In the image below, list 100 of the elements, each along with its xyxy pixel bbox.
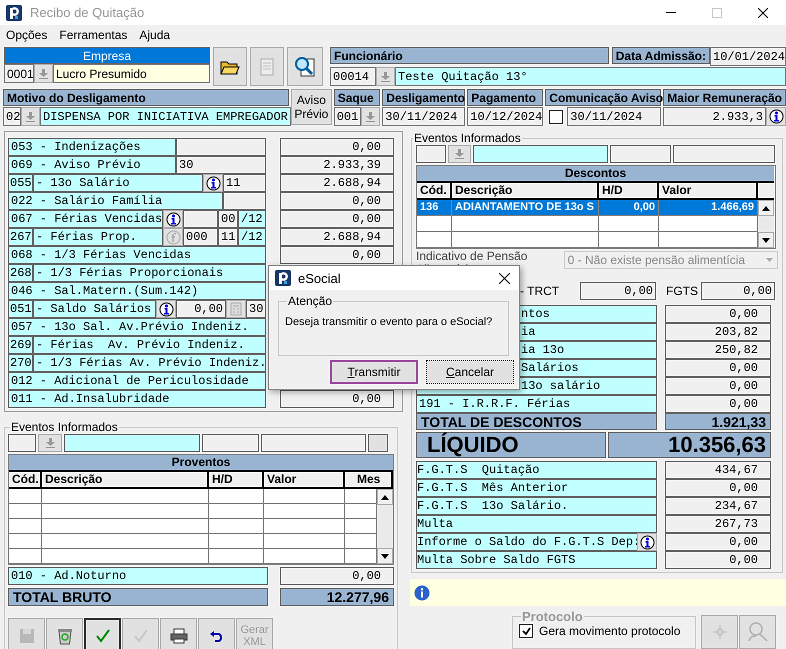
table-cell[interactable] [264, 519, 345, 534]
month-field[interactable] [368, 434, 388, 452]
table-cell[interactable] [345, 549, 377, 564]
admission-date-field[interactable]: 10/01/2024 [710, 47, 786, 66]
column-header[interactable]: Cód. [417, 183, 452, 200]
reason-field[interactable]: DISPENSA POR INICIATIVA EMPREGADOR [40, 107, 291, 126]
lookup-button[interactable] [448, 145, 471, 163]
employee-lookup-button[interactable] [376, 67, 395, 86]
employee-code-field[interactable]: 00014 [330, 67, 376, 86]
table-cell[interactable]: ADIANTAMENTO DE 13o S [452, 200, 599, 216]
scrollbar[interactable] [377, 489, 393, 564]
withdrawal-lookup-button[interactable] [361, 107, 380, 126]
menu-item[interactable]: Ferramentas [53, 28, 134, 42]
toolbar-button[interactable] [84, 618, 121, 649]
quantity-field[interactable] [610, 145, 671, 163]
info-button[interactable] [637, 533, 657, 551]
toolbar-button[interactable] [198, 618, 235, 649]
table-cell[interactable] [264, 489, 345, 504]
table-cell[interactable]: 0,00 [599, 200, 659, 216]
notice-date-field[interactable]: 30/11/2024 [567, 107, 662, 126]
search-document-button[interactable] [287, 47, 323, 86]
highest-pay-field[interactable]: 2.933,3 [663, 107, 766, 126]
table-cell[interactable] [417, 232, 452, 248]
number-field[interactable] [223, 192, 266, 210]
table-cell[interactable] [264, 534, 345, 549]
protocol-checkbox[interactable] [519, 624, 533, 638]
table-cell[interactable] [209, 519, 264, 534]
column-header[interactable]: Valor [264, 472, 345, 489]
table-cell[interactable] [209, 489, 264, 504]
payment-date-field[interactable]: 10/12/2024 [467, 107, 544, 126]
info-button[interactable] [766, 107, 786, 126]
event-field[interactable] [473, 145, 608, 163]
table-cell[interactable] [9, 489, 42, 504]
info-button[interactable] [163, 210, 183, 228]
table-cell[interactable]: 136 [417, 200, 452, 216]
column-header[interactable]: Mes [345, 472, 393, 489]
table-cell[interactable] [209, 534, 264, 549]
scrollbar[interactable] [758, 200, 774, 248]
dialog-button[interactable]: Cancelar [426, 360, 514, 384]
number-field[interactable] [176, 138, 266, 156]
table-cell[interactable] [209, 549, 264, 564]
scroll-down-button[interactable] [758, 232, 774, 248]
column-header[interactable]: H/D [209, 472, 264, 489]
table-cell[interactable] [599, 232, 659, 248]
table-cell[interactable] [659, 216, 758, 232]
withdrawal-field[interactable]: 001 [334, 107, 362, 126]
table-cell[interactable] [452, 232, 599, 248]
number-field[interactable]: 30 [176, 156, 266, 174]
column-header[interactable]: H/D [599, 183, 659, 200]
quantity-field[interactable] [202, 434, 259, 452]
table-cell[interactable] [42, 489, 209, 504]
table-cell[interactable] [659, 232, 758, 248]
code-field[interactable] [8, 434, 36, 452]
menu-item[interactable]: Ajuda [133, 28, 176, 42]
menu-item[interactable]: Opções [0, 28, 54, 42]
open-folder-button[interactable] [213, 47, 247, 86]
table-cell[interactable] [417, 216, 452, 232]
table-cell[interactable] [42, 549, 209, 564]
table-cell[interactable] [42, 534, 209, 549]
dialog-button[interactable]: Transmitir [330, 360, 418, 384]
info-button[interactable] [203, 174, 223, 192]
company-lookup-button[interactable] [34, 64, 53, 83]
notice-checkbox[interactable] [549, 110, 564, 124]
number-field[interactable]: 11 [223, 174, 266, 192]
dismissal-date-field[interactable]: 30/11/2024 [382, 107, 466, 126]
table-cell[interactable] [9, 519, 42, 534]
scroll-up-button[interactable] [377, 489, 393, 505]
lookup-button[interactable] [38, 434, 62, 452]
column-header[interactable]: Valor [659, 183, 758, 200]
number-field[interactable]: 11 [218, 228, 238, 246]
code-field[interactable] [416, 145, 446, 163]
table-cell[interactable] [42, 504, 209, 519]
reason-code-field[interactable]: 02 [3, 107, 21, 126]
scroll-down-button[interactable] [377, 548, 393, 564]
company-code-field[interactable]: 0001 [4, 64, 34, 83]
column-header[interactable]: Cód. [9, 472, 42, 489]
number-field[interactable] [183, 210, 218, 228]
table-cell[interactable] [452, 216, 599, 232]
table-cell[interactable] [42, 519, 209, 534]
number-field[interactable]: 0,00 [176, 300, 226, 318]
toolbar-button[interactable] [46, 618, 83, 649]
employee-name-field[interactable]: Teste Quitação 13° [395, 67, 786, 86]
info-button[interactable] [156, 300, 176, 318]
table-cell[interactable] [209, 504, 264, 519]
table-cell[interactable] [264, 549, 345, 564]
column-header[interactable]: Descrição [42, 472, 209, 489]
table-cell[interactable] [345, 519, 377, 534]
table-cell[interactable] [599, 216, 659, 232]
column-header[interactable]: Descrição [452, 183, 599, 200]
notice-button[interactable]: Aviso Prévio [291, 89, 332, 125]
table-cell[interactable] [9, 534, 42, 549]
toolbar-button[interactable] [160, 618, 197, 649]
amount-field[interactable] [673, 145, 775, 163]
table-cell[interactable] [345, 504, 377, 519]
table-cell[interactable] [264, 504, 345, 519]
event-field[interactable] [64, 434, 200, 452]
number-field[interactable]: 00 [218, 210, 238, 228]
scroll-up-button[interactable] [758, 200, 774, 216]
table-cell[interactable] [345, 489, 377, 504]
company-name-field[interactable]: Lucro Presumido [53, 64, 210, 83]
